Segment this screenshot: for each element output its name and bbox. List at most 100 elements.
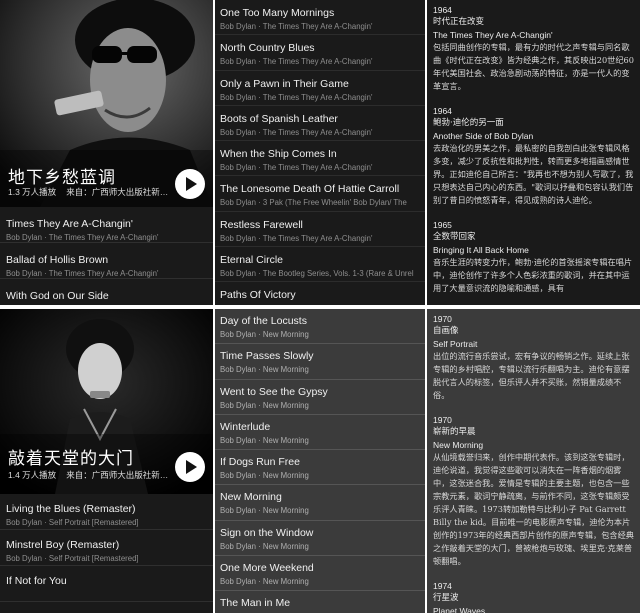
album-notes: 1964 时代正在改变 The Times They Are A-Changin…	[427, 0, 640, 305]
album-title-cn: 鲍勃·迪伦的另一面	[433, 118, 504, 128]
song-title: One More Weekend	[220, 562, 314, 575]
song-row[interactable]: Living the Blues (Remaster) Bob Dylan · …	[0, 494, 213, 530]
album-year: 1965	[433, 220, 452, 230]
play-icon	[186, 460, 197, 474]
song-row[interactable]: Ballad of Hollis Brown Bob Dylan · The T…	[0, 243, 213, 279]
song-title: Day of the Locusts	[220, 315, 307, 327]
song-subtitle: Bob Dylan · New Morning	[220, 541, 309, 551]
song-row[interactable]: Boots of Spanish Leather Bob Dylan · The …	[215, 106, 425, 142]
playlist-panel-top: 地下乡愁蓝调 1.3 万人播放 来自：广西师大出版社新… Times They A…	[0, 0, 213, 305]
playlist-source[interactable]: 来自：广西师大出版社新…	[66, 187, 168, 197]
song-row[interactable]: Restless Farewell Bob Dylan · The Times T…	[215, 212, 425, 248]
song-row[interactable]: If Not for You	[0, 566, 213, 602]
album-notes: 1970 自画像 Self Portrait 出位的流行音乐尝试，宏有争议的畅销…	[427, 309, 640, 613]
song-row[interactable]: Winterlude Bob Dylan · New Morning	[215, 415, 425, 451]
song-title: One Too Many Mornings	[220, 7, 335, 19]
song-subtitle: Bob Dylan · The Bootleg Series, Vols. 1-…	[220, 269, 414, 279]
song-row[interactable]: When the Ship Comes In Bob Dylan · The Ti…	[215, 141, 425, 177]
song-subtitle: Bob Dylan · The Times They Are A-Changin…	[220, 92, 373, 102]
song-row[interactable]: Went to See the Gypsy Bob Dylan · New Mor…	[215, 380, 425, 415]
playlist-cover-top[interactable]: 地下乡愁蓝调 1.3 万人播放 来自：广西师大出版社新…	[0, 0, 213, 207]
album-year: 1974	[433, 581, 452, 591]
album-description: 出位的流行音乐尝试，宏有争议的畅销之作。延续上张专辑的乡村唱腔，专辑以流行乐翻唱…	[433, 351, 630, 400]
song-subtitle: Bob Dylan · New Morning	[220, 400, 309, 410]
song-row[interactable]: Sign on the Window Bob Dylan · New Mornin…	[215, 521, 425, 557]
play-button[interactable]	[175, 452, 205, 482]
play-count: 1.4 万人播放	[8, 470, 57, 480]
song-row[interactable]: If Dogs Run Free Bob Dylan · New Morning	[215, 450, 425, 486]
song-subtitle: Bob Dylan · The Times They Are A-Changin…	[220, 57, 373, 67]
playlist-source[interactable]: 来自：广西师大出版社新…	[66, 470, 168, 480]
album-description: 从仙境载誉归来，创作中期代表作。该到这张专辑时，迪伦说道，我觉得这些歌可以消失在…	[433, 452, 634, 566]
play-icon	[186, 177, 197, 191]
song-row[interactable]: The Man in Me	[215, 591, 425, 613]
album-entry: 1970 崭新的早晨 New Morning 从仙境载誉归来，创作中期代表作。该…	[433, 414, 634, 568]
song-title: Minstrel Boy (Remaster)	[6, 539, 120, 551]
song-row[interactable]: Minstrel Boy (Remaster) Bob Dylan · Self…	[0, 530, 213, 566]
song-row[interactable]: Only a Pawn in Their Game Bob Dylan · The…	[215, 71, 425, 106]
song-title: Only a Pawn in Their Game	[220, 77, 349, 90]
playlist-meta: 1.3 万人播放 来自：广西师大出版社新…	[8, 186, 168, 198]
song-title: With God on Our Side	[6, 290, 109, 302]
song-subtitle: Bob Dylan · Self Portrait [Remastered]	[6, 554, 139, 563]
song-row[interactable]: One Too Many Mornings Bob Dylan · The Tim…	[215, 0, 425, 36]
song-title: If Dogs Run Free	[220, 456, 300, 469]
song-row[interactable]: North Country Blues Bob Dylan · The Times…	[215, 35, 425, 71]
song-list: Day of the Locusts Bob Dylan · New Mornin…	[215, 309, 425, 613]
album-title-cn: 崭新的早晨	[433, 427, 476, 437]
song-row[interactable]: Eternal Circle Bob Dylan · The Bootleg Se…	[215, 247, 425, 283]
song-subtitle: Bob Dylan · 3 Pak (The Free Wheelin' Bob…	[220, 198, 407, 208]
album-notes-panel-bottom: 1970 自画像 Self Portrait 出位的流行音乐尝试，宏有争议的畅销…	[427, 309, 640, 613]
song-list-panel-top: One Too Many Mornings Bob Dylan · The Tim…	[215, 0, 425, 305]
song-title: Ballad of Hollis Brown	[6, 254, 109, 266]
song-title: North Country Blues	[220, 42, 315, 55]
album-year: 1964	[433, 5, 452, 15]
song-subtitle: Bob Dylan · The Times They Are A-Changin…	[220, 127, 373, 137]
song-row[interactable]: One More Weekend Bob Dylan · New Morning	[215, 556, 425, 592]
song-subtitle: Bob Dylan · New Morning	[220, 435, 309, 445]
song-row[interactable]: The Lonesome Death Of Hattie Carroll Bob …	[215, 176, 425, 212]
song-row[interactable]: Day of the Locusts Bob Dylan · New Mornin…	[215, 309, 425, 345]
album-entry: 1974 行星波 Planet Waves	[433, 580, 634, 613]
song-title: Eternal Circle	[220, 254, 284, 267]
album-description: 去政治化的男美之作，最私密的自我剖白此张专辑风格多变，减少了反抗性和批判性，转而…	[433, 143, 634, 205]
album-title-cn: 全数带回家	[433, 232, 476, 242]
album-title-cn: 时代正在改变	[433, 17, 485, 27]
song-title: Paths Of Victory	[220, 289, 296, 302]
album-title-cn: 自画像	[433, 326, 459, 336]
song-subtitle: Bob Dylan · New Morning	[220, 330, 309, 339]
album-title-en: Bringing It All Back Home	[433, 245, 529, 255]
album-notes-panel-top: 1964 时代正在改变 The Times They Are A-Changin…	[427, 0, 640, 305]
playlist-meta: 1.4 万人播放 来自：广西师大出版社新…	[8, 469, 168, 481]
play-button[interactable]	[175, 169, 205, 199]
song-row[interactable]: New Morning Bob Dylan · New Morning	[215, 485, 425, 521]
song-list: Living the Blues (Remaster) Bob Dylan · …	[0, 494, 213, 602]
song-list: One Too Many Mornings Bob Dylan · The Tim…	[215, 0, 425, 305]
song-title: Went to See the Gypsy	[220, 385, 328, 398]
song-row[interactable]: Time Passes Slowly Bob Dylan · New Mornin…	[215, 344, 425, 380]
album-title-cn: 行星波	[433, 593, 459, 603]
song-subtitle: Bob Dylan · New Morning	[220, 365, 309, 375]
album-entry: 1970 自画像 Self Portrait 出位的流行音乐尝试，宏有争议的畅销…	[433, 313, 634, 402]
song-title: The Man in Me	[220, 597, 291, 610]
song-subtitle: Bob Dylan · New Morning	[220, 577, 309, 587]
song-row[interactable]: Paths Of Victory	[215, 282, 425, 305]
song-row[interactable]: Times They Are A-Changin' Bob Dylan · Th…	[0, 207, 213, 243]
song-title: If Not for You	[6, 575, 67, 587]
album-title-en: Self Portrait	[433, 339, 478, 349]
song-title: Restless Farewell	[220, 218, 303, 231]
album-entry: 1964 时代正在改变 The Times They Are A-Changin…	[433, 4, 634, 93]
song-title: When the Ship Comes In	[220, 148, 337, 161]
album-year: 1970	[433, 415, 452, 425]
album-title-en: New Morning	[433, 440, 484, 450]
playlist-cover-bottom[interactable]: 敲着天堂的大门 1.4 万人播放 来自：广西师大出版社新…	[0, 309, 213, 494]
playlist-panel-bottom: 敲着天堂的大门 1.4 万人播放 来自：广西师大出版社新… Living the …	[0, 309, 213, 613]
song-list: Times They Are A-Changin' Bob Dylan · Th…	[0, 207, 213, 305]
song-list-panel-bottom: Day of the Locusts Bob Dylan · New Mornin…	[215, 309, 425, 613]
song-title: Sign on the Window	[220, 526, 314, 539]
album-year: 1970	[433, 314, 452, 324]
song-row[interactable]: With God on Our Side	[0, 279, 213, 305]
song-title: Time Passes Slowly	[220, 350, 314, 363]
album-year: 1964	[433, 106, 452, 116]
song-title: Winterlude	[220, 420, 271, 433]
